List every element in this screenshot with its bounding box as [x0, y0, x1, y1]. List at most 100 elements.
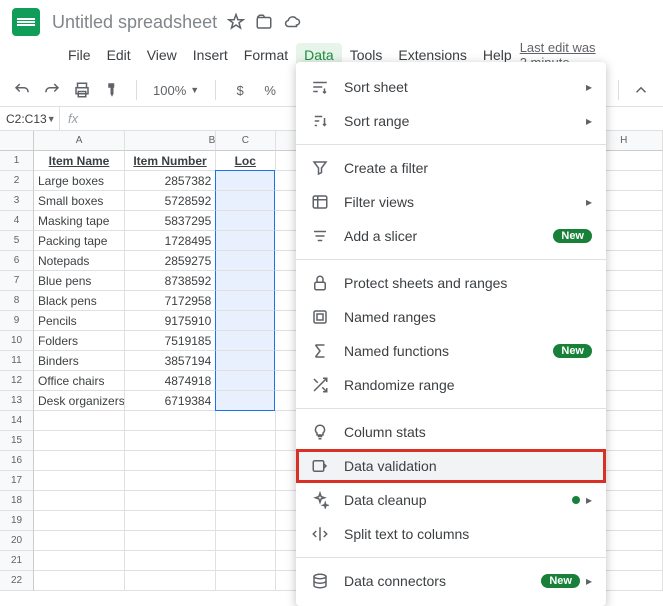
- sheets-logo[interactable]: [12, 8, 40, 36]
- row-header[interactable]: 18: [0, 491, 33, 511]
- cell[interactable]: Item Number: [125, 151, 216, 171]
- cell[interactable]: 2859275: [125, 251, 216, 271]
- col-header[interactable]: A: [34, 131, 125, 151]
- row-header[interactable]: 13: [0, 391, 33, 411]
- row-header[interactable]: 5: [0, 231, 33, 251]
- cell[interactable]: [215, 251, 275, 271]
- cell[interactable]: [125, 431, 216, 451]
- cell[interactable]: Blue pens: [34, 271, 125, 291]
- cell[interactable]: [125, 551, 216, 571]
- cell[interactable]: 4874918: [125, 371, 216, 391]
- chevron-up-icon[interactable]: [629, 78, 653, 102]
- redo-icon[interactable]: [40, 78, 64, 102]
- menu-add-slicer[interactable]: Add a slicer New: [296, 219, 606, 253]
- move-icon[interactable]: [255, 13, 273, 31]
- menu-data-validation[interactable]: Data validation: [296, 449, 606, 483]
- cell[interactable]: [215, 351, 275, 371]
- menu-file[interactable]: File: [60, 43, 99, 67]
- cell[interactable]: [215, 371, 275, 391]
- cell[interactable]: Large boxes: [34, 171, 125, 191]
- cell[interactable]: Folders: [34, 331, 125, 351]
- cell[interactable]: 9175910: [125, 311, 216, 331]
- cloud-icon[interactable]: [283, 13, 301, 31]
- cell[interactable]: 1728495: [125, 231, 216, 251]
- cell[interactable]: Small boxes: [34, 191, 125, 211]
- cell[interactable]: 5837295: [125, 211, 216, 231]
- col-header[interactable]: B: [125, 131, 216, 151]
- menu-create-filter[interactable]: Create a filter: [296, 151, 606, 185]
- cell[interactable]: [215, 391, 275, 411]
- row-header[interactable]: 1: [0, 151, 33, 171]
- cell[interactable]: [34, 431, 125, 451]
- percent-icon[interactable]: %: [258, 78, 282, 102]
- cell[interactable]: [125, 471, 216, 491]
- cell[interactable]: [125, 411, 216, 431]
- menu-edit[interactable]: Edit: [99, 43, 139, 67]
- cell[interactable]: [215, 331, 275, 351]
- cell[interactable]: 7519185: [125, 331, 216, 351]
- menu-randomize-range[interactable]: Randomize range: [296, 368, 606, 402]
- cell[interactable]: Notepads: [34, 251, 125, 271]
- cell[interactable]: Desk organizers: [34, 391, 125, 411]
- cell[interactable]: Black pens: [34, 291, 125, 311]
- zoom-selector[interactable]: 100% ▼: [149, 83, 203, 98]
- menu-view[interactable]: View: [139, 43, 185, 67]
- cell[interactable]: [216, 411, 275, 431]
- cell[interactable]: [215, 311, 275, 331]
- menu-format[interactable]: Format: [236, 43, 296, 67]
- row-header[interactable]: 19: [0, 511, 33, 531]
- cell[interactable]: [216, 511, 275, 531]
- cell[interactable]: [34, 451, 125, 471]
- row-header[interactable]: 22: [0, 571, 33, 591]
- row-header[interactable]: 2: [0, 171, 33, 191]
- menu-filter-views[interactable]: Filter views ▸: [296, 185, 606, 219]
- print-icon[interactable]: [70, 78, 94, 102]
- cell[interactable]: [215, 291, 275, 311]
- row-header[interactable]: 7: [0, 271, 33, 291]
- row-header[interactable]: 11: [0, 351, 33, 371]
- name-box[interactable]: C2:C13▼: [0, 107, 60, 130]
- menu-data-connectors[interactable]: Data connectors New▸: [296, 564, 606, 598]
- menu-named-functions[interactable]: Named functions New: [296, 334, 606, 368]
- cell[interactable]: 7172958: [125, 291, 216, 311]
- doc-title[interactable]: Untitled spreadsheet: [52, 12, 217, 33]
- cell[interactable]: Packing tape: [34, 231, 125, 251]
- star-icon[interactable]: [227, 13, 245, 31]
- cell[interactable]: [34, 491, 125, 511]
- cell[interactable]: [216, 471, 275, 491]
- cell[interactable]: [34, 571, 125, 591]
- cell[interactable]: [216, 431, 275, 451]
- cell[interactable]: [215, 191, 275, 211]
- menu-data-cleanup[interactable]: Data cleanup ▸: [296, 483, 606, 517]
- menu-protect-sheets[interactable]: Protect sheets and ranges: [296, 266, 606, 300]
- menu-sort-range[interactable]: Sort range ▸: [296, 104, 606, 138]
- cell[interactable]: [216, 531, 275, 551]
- row-header[interactable]: 16: [0, 451, 33, 471]
- cell[interactable]: [34, 551, 125, 571]
- cell[interactable]: [216, 491, 275, 511]
- cell[interactable]: [125, 511, 216, 531]
- cell[interactable]: [216, 551, 275, 571]
- menu-named-ranges[interactable]: Named ranges: [296, 300, 606, 334]
- cell[interactable]: Item Name: [34, 151, 125, 171]
- paint-format-icon[interactable]: [100, 78, 124, 102]
- cell[interactable]: [215, 170, 275, 191]
- cell[interactable]: Loc: [216, 151, 275, 171]
- cell[interactable]: Masking tape: [34, 211, 125, 231]
- row-header[interactable]: 9: [0, 311, 33, 331]
- row-header[interactable]: 12: [0, 371, 33, 391]
- row-header[interactable]: 10: [0, 331, 33, 351]
- cell[interactable]: 3857194: [125, 351, 216, 371]
- row-header[interactable]: 3: [0, 191, 33, 211]
- cell[interactable]: [34, 511, 125, 531]
- cell[interactable]: [215, 271, 275, 291]
- cell[interactable]: [125, 451, 216, 471]
- cell[interactable]: [125, 491, 216, 511]
- cell[interactable]: 2857382: [125, 171, 216, 191]
- cell[interactable]: [125, 531, 216, 551]
- select-all-corner[interactable]: [0, 131, 33, 151]
- col-header[interactable]: C: [216, 131, 275, 151]
- cell[interactable]: [216, 571, 275, 591]
- row-header[interactable]: 6: [0, 251, 33, 271]
- row-header[interactable]: 14: [0, 411, 33, 431]
